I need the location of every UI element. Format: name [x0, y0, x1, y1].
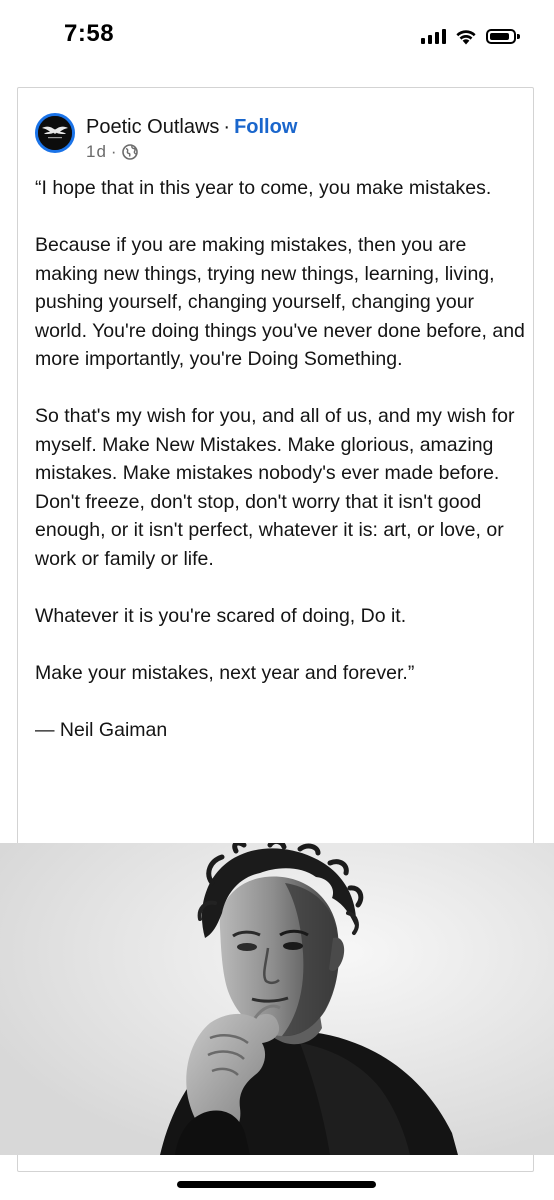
- author-separator: ·: [223, 116, 231, 138]
- post-photo[interactable]: [0, 843, 554, 1155]
- follow-button[interactable]: Follow: [234, 116, 297, 138]
- author-name[interactable]: Poetic Outlaws: [86, 116, 219, 138]
- post-paragraph: Because if you are making mistakes, then…: [35, 234, 525, 370]
- post-paragraph: “I hope that in this year to come, you m…: [35, 177, 492, 199]
- status-icons: [421, 25, 520, 47]
- cellular-signal-icon: [421, 28, 446, 44]
- meta-separator: ·: [110, 142, 118, 161]
- post-body: “I hope that in this year to come, you m…: [35, 174, 525, 744]
- post-paragraph: Make your mistakes, next year and foreve…: [35, 661, 415, 684]
- post-header: Poetic Outlaws · Follow 1d ·: [18, 88, 533, 168]
- post-age[interactable]: 1d: [86, 142, 107, 162]
- author-line: Poetic Outlaws · Follow: [86, 114, 297, 140]
- post-attribution: — Neil Gaiman: [35, 718, 168, 741]
- clipped-previous-text: [34, 49, 124, 61]
- home-indicator[interactable]: [177, 1181, 376, 1188]
- portrait-image: [0, 843, 554, 1155]
- post-paragraph: Whatever it is you're scared of doing, D…: [35, 604, 407, 627]
- post-paragraph: So that's my wish for you, and all of us…: [35, 405, 515, 570]
- winged-logo-icon: [38, 116, 72, 150]
- status-time: 7:58: [64, 20, 115, 47]
- author-avatar[interactable]: [35, 113, 75, 153]
- wifi-icon: [456, 29, 476, 44]
- post-meta: 1d ·: [86, 142, 138, 162]
- battery-icon: [486, 28, 520, 44]
- globe-icon: [121, 144, 138, 160]
